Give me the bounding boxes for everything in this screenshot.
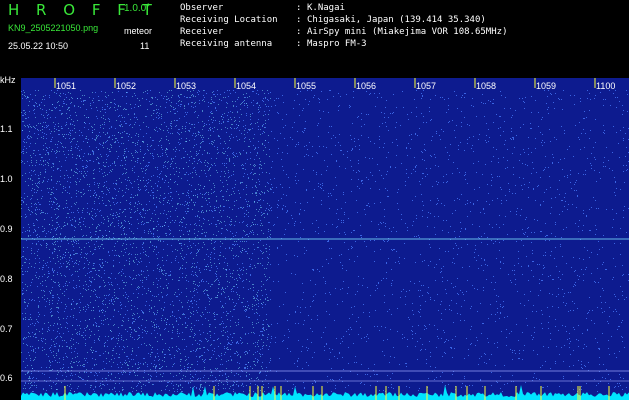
info-label-observer: Observer [180, 3, 224, 13]
meteor-count: 11 [140, 41, 150, 51]
y-tick-label: 1.1 [0, 124, 13, 134]
noise-speckle-bright [21, 90, 271, 392]
info-value-location: Chigasaki, Japan (139.414 35.340) [307, 15, 486, 25]
y-tick-label: 0.7 [0, 324, 13, 334]
y-unit-label: kHz [0, 75, 16, 85]
hrofft-screen: H R O F F T 1.0.0f KN9_2505221050.png me… [0, 0, 629, 400]
x-tick-label: 1055 [296, 81, 317, 91]
info-label-receiver: Receiver [180, 27, 224, 37]
version-label: 1.0.0f [124, 3, 150, 14]
x-tick-label: 1058 [476, 81, 497, 91]
info-label-location: Receiving Location [180, 15, 278, 25]
x-tick-label: 1051 [56, 81, 77, 91]
filename-label: KN9_2505221050.png [8, 23, 99, 33]
info-label-antenna: Receiving antenna [180, 39, 273, 49]
y-tick-label: 1.0 [0, 174, 13, 184]
info-value-observer: K.Nagai [307, 3, 345, 13]
x-tick-label: 1054 [236, 81, 257, 91]
x-tick-label: 1057 [416, 81, 437, 91]
meteor-label: meteor [124, 26, 153, 36]
noise-speckle [21, 90, 629, 392]
info-colon: : [296, 39, 302, 49]
x-tick-label: 1056 [356, 81, 377, 91]
info-value-antenna: Maspro FM-3 [307, 39, 367, 49]
info-value-receiver: AirSpy mini (Miakejima VOR 108.65MHz) [307, 27, 508, 37]
x-tick-label: 1100 [596, 81, 616, 91]
y-tick-label: 0.6 [0, 373, 13, 383]
waterfall-spectrogram: 1051 1052 1053 1054 1055 1056 1057 1058 … [21, 78, 629, 400]
power-trace [21, 384, 629, 400]
x-tick-label: 1052 [116, 81, 137, 91]
info-colon: : [296, 15, 302, 25]
y-tick-label: 0.8 [0, 274, 13, 284]
datetime-label: 25.05.22 10:50 [8, 41, 69, 51]
info-colon: : [296, 3, 302, 13]
waterfall-canvas [21, 78, 629, 400]
info-colon: : [296, 27, 302, 37]
x-tick-label: 1059 [536, 81, 557, 91]
y-tick-label: 0.9 [0, 224, 13, 234]
x-tick-label: 1053 [176, 81, 197, 91]
